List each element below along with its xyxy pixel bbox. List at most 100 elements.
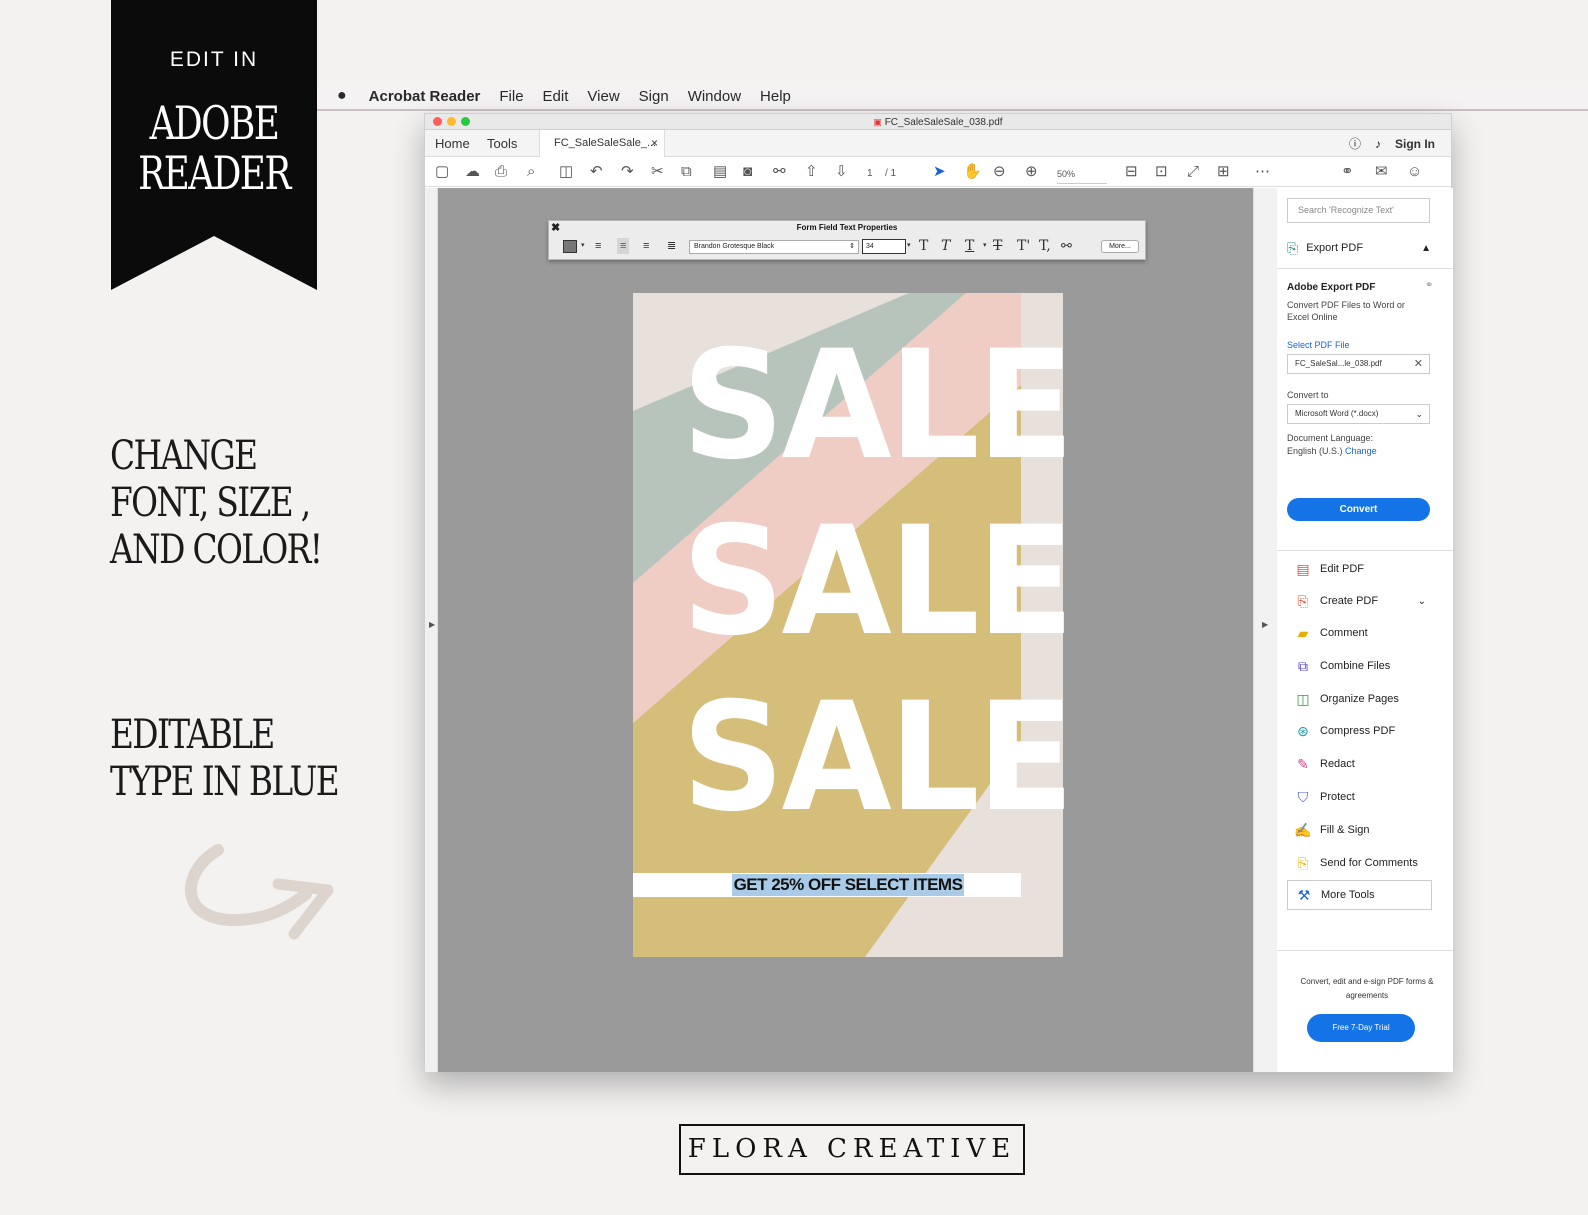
link-icon[interactable]: ⚯ <box>1061 238 1072 254</box>
font-family-value: Brandon Grotesque Black <box>694 243 775 250</box>
help-icon[interactable]: ⓘ <box>1349 135 1361 152</box>
left-pane-toggle[interactable]: ▶ <box>425 188 438 1072</box>
binoculars-icon[interactable]: ⚯ <box>773 163 786 181</box>
more-options-icon[interactable]: ⋯ <box>1255 163 1270 181</box>
tab-tools[interactable]: Tools <box>487 130 517 157</box>
font-size-input[interactable]: 34 <box>862 239 906 254</box>
align-center-icon[interactable]: ≡ <box>617 238 630 254</box>
tool-edit-pdf[interactable]: ▤ Edit PDF <box>1287 554 1432 584</box>
notification-bell-icon[interactable]: ♪ <box>1375 137 1381 151</box>
find-document-icon[interactable]: ◫ <box>559 163 573 181</box>
subscript-icon[interactable]: T, <box>1039 238 1051 254</box>
zoom-out-icon[interactable]: ⊖ <box>993 163 1006 181</box>
full-screen-icon[interactable]: ⤢ <box>1187 163 1199 181</box>
italic-icon[interactable]: T <box>941 238 950 254</box>
tool-compress-pdf[interactable]: ⊛ Compress PDF <box>1287 716 1432 746</box>
menu-sign[interactable]: Sign <box>639 88 669 105</box>
flora-creative-logo: FLORA CREATIVE <box>679 1124 1025 1175</box>
collapse-right-icon: ▶ <box>1262 620 1269 629</box>
redo-icon[interactable]: ↷ <box>621 163 634 181</box>
menu-window[interactable]: Window <box>688 88 741 105</box>
clear-file-icon[interactable]: ✕ <box>1414 355 1423 373</box>
tool-fill-sign[interactable]: ✍ Fill & Sign <box>1287 815 1432 845</box>
apple-icon[interactable]: ● <box>337 87 347 105</box>
tool-create-pdf[interactable]: ⎘ Create PDF ⌄ <box>1287 586 1432 616</box>
palette-close-icon[interactable]: ✖ <box>551 221 560 234</box>
compress-pdf-icon: ⊛ <box>1297 723 1309 739</box>
panel-promo-text: Convert, edit and e-sign PDF forms & agr… <box>1300 977 1434 1000</box>
free-trial-button[interactable]: Free 7-Day Trial <box>1307 1014 1415 1042</box>
chevron-down-icon: ⌄ <box>1417 595 1426 607</box>
menu-view[interactable]: View <box>587 88 619 105</box>
text-style-icon[interactable]: T <box>919 238 928 254</box>
close-tab-icon[interactable]: × <box>651 130 658 157</box>
undo-icon[interactable]: ↶ <box>590 163 603 181</box>
snapshot-icon[interactable]: ◙ <box>743 163 752 181</box>
paste-icon[interactable]: ▤ <box>713 163 727 181</box>
strikethrough-icon[interactable]: T <box>993 238 1002 254</box>
save-icon[interactable]: ▢ <box>435 163 449 181</box>
promo-text-field[interactable]: GET 25% OFF SELECT ITEMS <box>732 874 964 896</box>
convert-button[interactable]: Convert <box>1287 498 1430 521</box>
upload-icon[interactable]: ☁ <box>465 163 480 181</box>
search-icon[interactable]: ⌕ <box>527 163 535 181</box>
page-number-input[interactable]: 1 <box>867 165 873 183</box>
tool-redact[interactable]: ✎ Redact <box>1287 749 1432 779</box>
menu-edit[interactable]: Edit <box>543 88 569 105</box>
tab-home[interactable]: Home <box>435 130 470 157</box>
select-tool-icon[interactable]: ➤ <box>933 163 946 181</box>
menu-help[interactable]: Help <box>760 88 791 105</box>
right-pane-toggle[interactable]: ▶ <box>1253 188 1277 1072</box>
tab-document[interactable]: FC_SaleSaleSale_... × <box>539 130 665 157</box>
zoom-window-button[interactable] <box>461 117 470 126</box>
previous-page-icon[interactable]: ⇧ <box>805 163 818 181</box>
add-user-icon[interactable]: ☺ <box>1407 163 1422 181</box>
export-pdf-header[interactable]: ⎘ Export PDF ▲ <box>1287 238 1437 258</box>
cut-icon[interactable]: ✂ <box>651 163 664 181</box>
tool-send-for-comments[interactable]: ⎘ Send for Comments <box>1287 848 1432 878</box>
tool-more-tools[interactable]: ⚒ More Tools <box>1287 880 1432 910</box>
fit-page-icon[interactable]: ⊟ <box>1125 163 1138 181</box>
export-options-icon[interactable]: ⚭ <box>1425 280 1433 291</box>
underline-dropdown-icon[interactable]: ▾ <box>983 238 987 254</box>
convert-format-select[interactable]: Microsoft Word (*.docx) ⌄ <box>1287 404 1430 424</box>
tool-label: Edit PDF <box>1320 563 1365 575</box>
justify-icon[interactable]: ≣ <box>667 238 676 254</box>
zoom-in-icon[interactable]: ⊕ <box>1025 163 1038 181</box>
menu-file[interactable]: File <box>499 88 523 105</box>
more-button[interactable]: More... <box>1101 240 1139 253</box>
sale-word-2: SALE <box>681 495 1075 669</box>
align-right-icon[interactable]: ≡ <box>643 238 649 254</box>
size-dropdown-icon[interactable]: ▾ <box>907 238 911 254</box>
select-pdf-file-link[interactable]: Select PDF File <box>1287 340 1350 350</box>
fit-width-icon[interactable]: ⊡ <box>1155 163 1168 181</box>
sign-in-button[interactable]: Sign In <box>1395 137 1435 151</box>
document-viewport[interactable]: ✖ Form Field Text Properties ▾ ≡ ≡ ≡ ≣ B… <box>438 188 1253 1072</box>
next-page-icon[interactable]: ⇩ <box>835 163 848 181</box>
text-color-swatch[interactable] <box>563 240 577 253</box>
tool-combine-files[interactable]: ⧉ Combine Files <box>1287 651 1432 681</box>
minimize-window-button[interactable] <box>447 117 456 126</box>
tool-label: More Tools <box>1321 889 1375 901</box>
align-left-icon[interactable]: ≡ <box>595 238 601 254</box>
selected-file-field[interactable]: FC_SaleSal...le_038.pdf ✕ <box>1287 354 1430 374</box>
email-icon[interactable]: ✉ <box>1375 163 1388 181</box>
chevron-up-icon: ▲ <box>1421 242 1431 254</box>
close-window-button[interactable] <box>433 117 442 126</box>
underline-icon[interactable]: T <box>965 238 974 254</box>
tool-organize-pages[interactable]: ◫ Organize Pages <box>1287 684 1432 714</box>
tool-comment[interactable]: ▰ Comment <box>1287 618 1432 648</box>
superscript-icon[interactable]: T' <box>1017 238 1030 254</box>
share-link-icon[interactable]: ⚭ <box>1341 163 1354 181</box>
recognize-text-search-input[interactable]: Search 'Recognize Text' <box>1287 198 1430 223</box>
font-family-select[interactable]: Brandon Grotesque Black ⇕ <box>689 240 859 254</box>
print-icon[interactable]: ⎙ <box>495 163 507 181</box>
zoom-level-select[interactable]: 50% <box>1057 165 1107 184</box>
change-language-link[interactable]: Change <box>1345 446 1377 456</box>
color-dropdown-icon[interactable]: ▾ <box>581 238 585 254</box>
copy-icon[interactable]: ⧉ <box>681 163 692 181</box>
menu-app-name[interactable]: Acrobat Reader <box>369 88 481 105</box>
page-display-icon[interactable]: ⊞ <box>1217 163 1230 181</box>
tool-protect[interactable]: ⛉ Protect <box>1287 782 1432 812</box>
hand-tool-icon[interactable]: ✋ <box>963 163 982 181</box>
